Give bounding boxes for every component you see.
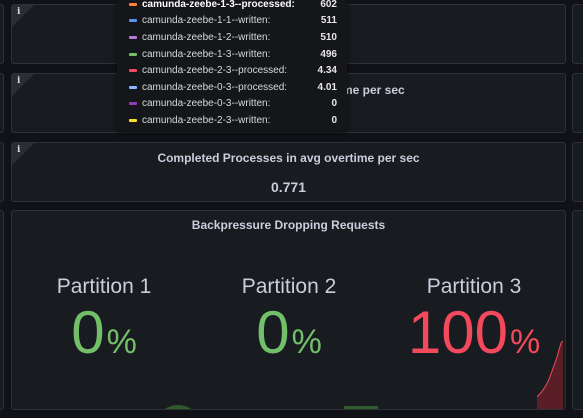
series-swatch — [129, 52, 137, 56]
series-value: 4.01 — [317, 81, 337, 93]
info-icon[interactable]: i — [17, 7, 20, 17]
partition-unit: % — [291, 323, 322, 361]
series-name: camunda-zeebe-1-3--processed: — [142, 0, 295, 10]
partition-number: 0 — [71, 299, 105, 366]
partition-label: Partition 1 — [56, 275, 152, 298]
sparkline-partition-3 — [537, 340, 563, 409]
series-name: camunda-zeebe-1-2--written: — [142, 31, 271, 43]
series-swatch — [129, 69, 137, 73]
partition-unit: % — [509, 323, 541, 361]
left-edge-panel-3 — [0, 142, 4, 202]
series-swatch — [129, 19, 137, 23]
partition-2: Partition 2 0% — [199, 275, 379, 372]
series-value: 0 — [331, 114, 337, 126]
tooltip-row: camunda-zeebe-2-3--written: 0 — [129, 112, 337, 129]
left-edge-panel-4 — [0, 210, 4, 410]
series-swatch — [129, 2, 137, 6]
series-value: 511 — [320, 15, 337, 27]
series-value: 496 — [320, 48, 337, 60]
series-name: camunda-zeebe-0-3--processed: — [142, 81, 288, 93]
panel-title: Completed Processes in avg overtime per … — [157, 151, 420, 165]
series-name: camunda-zeebe-2-3--processed: — [142, 65, 288, 77]
tooltip-row: camunda-zeebe-1-3--written: 496 — [129, 46, 337, 63]
series-swatch — [129, 102, 137, 106]
panel-title: Backpressure Dropping Requests — [191, 218, 386, 232]
partition-1: Partition 1 0% — [14, 275, 194, 372]
backpressure-panel[interactable]: Backpressure Dropping Requests Partition… — [11, 210, 566, 410]
series-swatch — [129, 35, 137, 39]
tooltip-row: camunda-zeebe-0-3--written: 0 — [129, 96, 337, 113]
series-name: camunda-zeebe-1-1--written: — [142, 15, 271, 27]
tooltip-row: camunda-zeebe-2-3--processed: 4.34 — [129, 62, 337, 79]
info-icon[interactable]: i — [17, 76, 20, 86]
partition-number: 100 — [407, 299, 508, 366]
sparkline-partition-2 — [344, 406, 378, 409]
series-value: 602 — [320, 0, 337, 10]
tooltip-row: camunda-zeebe-1-3--processed: 602 — [129, 0, 337, 13]
sparkline-partition-1 — [164, 405, 192, 409]
series-value: 4.34 — [317, 65, 337, 77]
series-value: 510 — [320, 31, 337, 43]
panel-value: 0.771 — [270, 179, 307, 195]
partition-value: 0% — [199, 303, 379, 372]
left-edge-panel-2 — [0, 73, 4, 133]
partition-unit: % — [106, 323, 137, 361]
series-name: camunda-zeebe-2-3--written: — [142, 114, 271, 126]
right-edge-panel-1 — [572, 4, 583, 64]
series-swatch — [129, 85, 137, 89]
partition-label: Partition 3 — [426, 275, 522, 298]
panel-corner — [12, 74, 34, 96]
right-edge-panel-4 — [572, 210, 583, 410]
partition-number: 0 — [256, 299, 290, 366]
series-value: 0 — [331, 98, 337, 110]
right-edge-panel-2 — [572, 73, 583, 133]
partition-label: Partition 2 — [241, 275, 337, 298]
graph-tooltip: camunda-zeebe-1-3--processed: 602 camund… — [117, 0, 347, 131]
panel-corner — [12, 5, 34, 27]
panel-title: me per sec — [342, 83, 405, 97]
partition-value: 0% — [14, 303, 194, 372]
series-swatch — [129, 118, 137, 122]
tooltip-row: camunda-zeebe-0-3--processed: 4.01 — [129, 79, 337, 96]
right-edge-panel-3 — [572, 142, 583, 202]
series-name: camunda-zeebe-1-3--written: — [142, 48, 271, 60]
tooltip-row: camunda-zeebe-1-1--written: 511 — [129, 13, 337, 30]
series-name: camunda-zeebe-0-3--written: — [142, 98, 271, 110]
completed-processes-panel[interactable]: i Completed Processes in avg overtime pe… — [11, 142, 566, 202]
tooltip-row: camunda-zeebe-1-2--written: 510 — [129, 29, 337, 46]
left-edge-panel-1 — [0, 4, 4, 64]
